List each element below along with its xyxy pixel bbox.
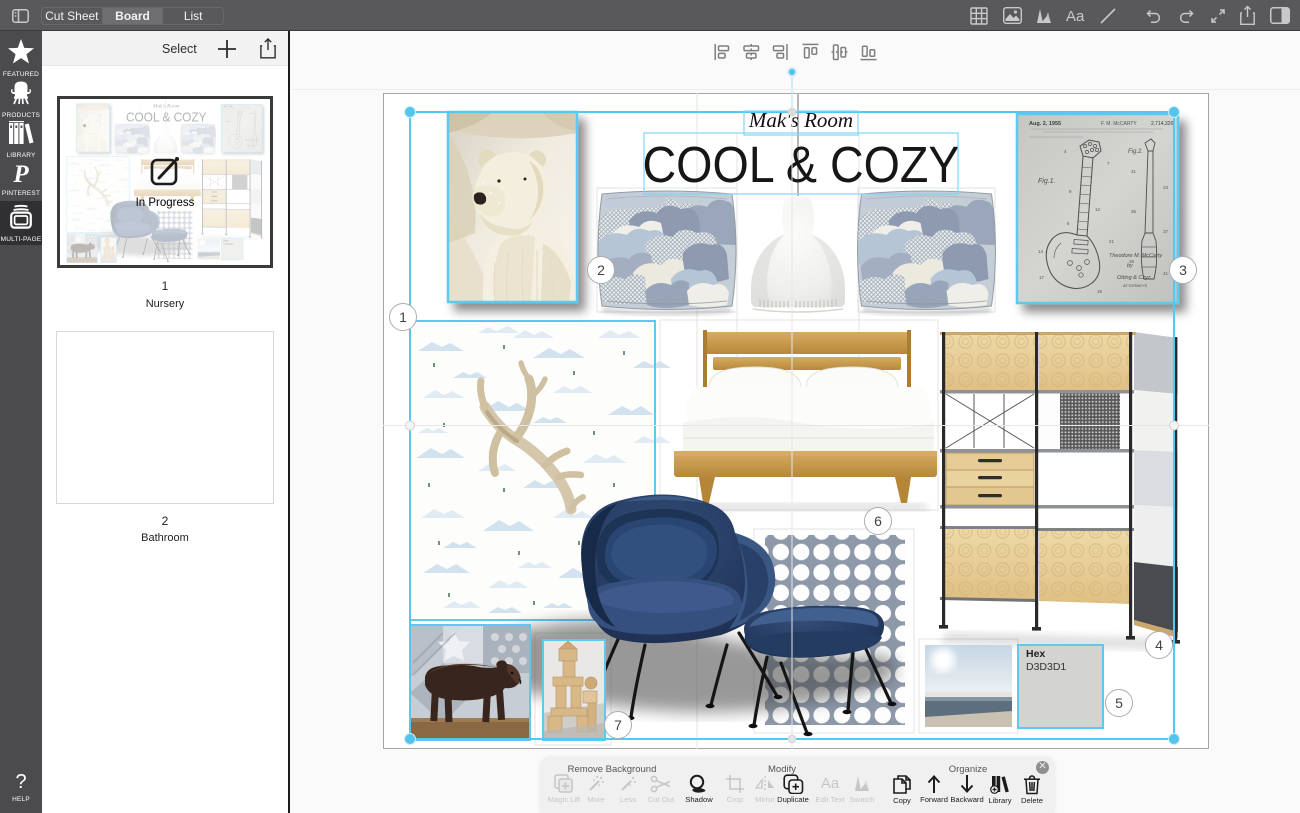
svg-text:1: 1 [399, 309, 407, 325]
svg-text:F. M. McCARTY: F. M. McCARTY [1101, 121, 1137, 127]
svg-text:21: 21 [1109, 239, 1115, 244]
svg-text:5: 5 [1115, 695, 1123, 711]
svg-text:COOL & COZY: COOL & COZY [643, 136, 960, 193]
svg-text:41: 41 [1163, 271, 1169, 276]
svg-text:4: 4 [1155, 637, 1163, 653]
svg-text:7: 7 [614, 717, 622, 733]
svg-text:Aug. 2, 1955: Aug. 2, 1955 [1029, 121, 1061, 127]
svg-text:ATTORNEYS: ATTORNEYS [1122, 283, 1147, 288]
svg-text:6: 6 [874, 513, 882, 529]
svg-text:19: 19 [1097, 289, 1103, 294]
svg-text:Otting & Czyz: Otting & Czyz [1117, 275, 1151, 281]
svg-text:2: 2 [597, 262, 605, 278]
svg-text:2,714,326: 2,714,326 [1151, 121, 1173, 127]
svg-text:14: 14 [1038, 249, 1044, 254]
svg-text:Theodore M. McCarty: Theodore M. McCarty [1109, 253, 1163, 259]
svg-text:Fig.1.: Fig.1. [1038, 178, 1056, 185]
svg-text:31: 31 [1131, 169, 1137, 174]
svg-text:35: 35 [1131, 209, 1137, 214]
svg-text:D3D3D1: D3D3D1 [1026, 661, 1066, 673]
svg-text:3: 3 [1179, 262, 1187, 278]
svg-text:12: 12 [1095, 207, 1101, 212]
svg-text:37: 37 [1163, 229, 1169, 234]
svg-text:33: 33 [1163, 185, 1169, 190]
svg-text:Hex: Hex [1026, 648, 1045, 660]
svg-text:17: 17 [1039, 275, 1045, 280]
svg-text:Fig.2.: Fig.2. [1128, 149, 1143, 155]
